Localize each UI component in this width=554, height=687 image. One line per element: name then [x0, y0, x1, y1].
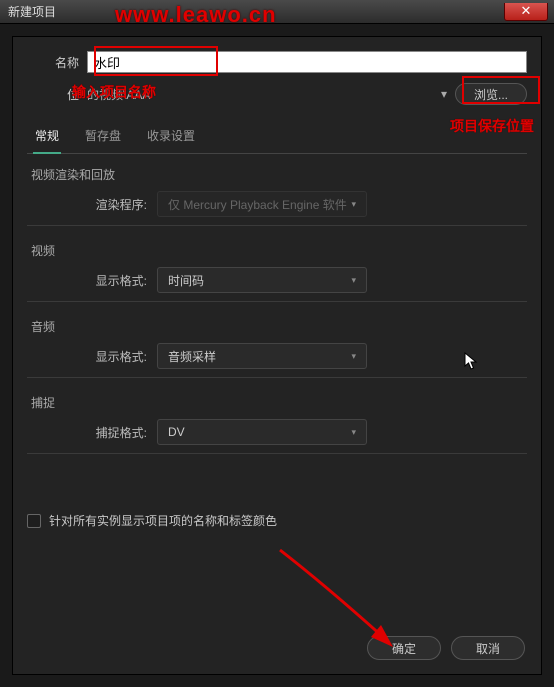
audio-format-dropdown[interactable]: 音频采样 ▾: [157, 343, 367, 369]
video-format-dropdown[interactable]: 时间码 ▾: [157, 267, 367, 293]
divider: [27, 301, 527, 302]
divider: [27, 225, 527, 226]
footer: 确定 取消: [367, 636, 525, 660]
capture-format-value: DV: [168, 425, 185, 439]
watermark-text: www.leawo.cn: [115, 2, 277, 28]
renderer-value: 仅 Mercury Playback Engine 软件: [168, 196, 347, 213]
annotation-save-hint: 项目保存位置: [450, 116, 534, 136]
audio-format-label: 显示格式:: [27, 348, 157, 365]
section-audio: 音频 显示格式: 音频采样 ▾: [27, 318, 527, 378]
titlebar: 新建项目 ✕: [0, 0, 554, 24]
annotation-name-hint: 输入项目名称: [72, 82, 156, 102]
chevron-down-icon: ▾: [351, 199, 356, 210]
checkbox-row: 针对所有实例显示项目项的名称和标签颜色: [27, 512, 527, 529]
show-names-checkbox[interactable]: [27, 514, 41, 528]
tab-general[interactable]: 常规: [33, 121, 61, 154]
ok-button[interactable]: 确定: [367, 636, 441, 660]
chevron-down-icon[interactable]: ▾: [441, 87, 447, 101]
audio-format-value: 音频采样: [168, 348, 216, 365]
section-audio-title: 音频: [31, 318, 527, 335]
browse-button[interactable]: 浏览...: [455, 83, 527, 105]
renderer-dropdown: 仅 Mercury Playback Engine 软件 ▾: [157, 191, 367, 217]
tab-ingest[interactable]: 收录设置: [145, 121, 197, 153]
section-video-title: 视频: [31, 242, 527, 259]
checkbox-label: 针对所有实例显示项目项的名称和标签颜色: [49, 512, 277, 529]
chevron-down-icon: ▾: [351, 275, 356, 286]
divider: [27, 377, 527, 378]
video-format-value: 时间码: [168, 272, 204, 289]
section-render: 视频渲染和回放 渲染程序: 仅 Mercury Playback Engine …: [27, 166, 527, 226]
section-render-title: 视频渲染和回放: [31, 166, 527, 183]
name-input[interactable]: [87, 51, 527, 73]
tab-scratch[interactable]: 暂存盘: [83, 121, 123, 153]
chevron-down-icon: ▾: [351, 351, 356, 362]
window-title: 新建项目: [8, 3, 56, 20]
section-video: 视频 显示格式: 时间码 ▾: [27, 242, 527, 302]
capture-format-label: 捕捉格式:: [27, 424, 157, 441]
video-format-label: 显示格式:: [27, 272, 157, 289]
divider: [27, 453, 527, 454]
section-capture: 捕捉 捕捉格式: DV ▾: [27, 394, 527, 454]
cancel-button[interactable]: 取消: [451, 636, 525, 660]
name-row: 名称: [27, 51, 527, 73]
renderer-label: 渲染程序:: [27, 196, 157, 213]
capture-format-dropdown[interactable]: DV ▾: [157, 419, 367, 445]
section-capture-title: 捕捉: [31, 394, 527, 411]
chevron-down-icon: ▾: [351, 427, 356, 438]
name-label: 名称: [27, 54, 79, 71]
close-button[interactable]: ✕: [504, 3, 548, 21]
